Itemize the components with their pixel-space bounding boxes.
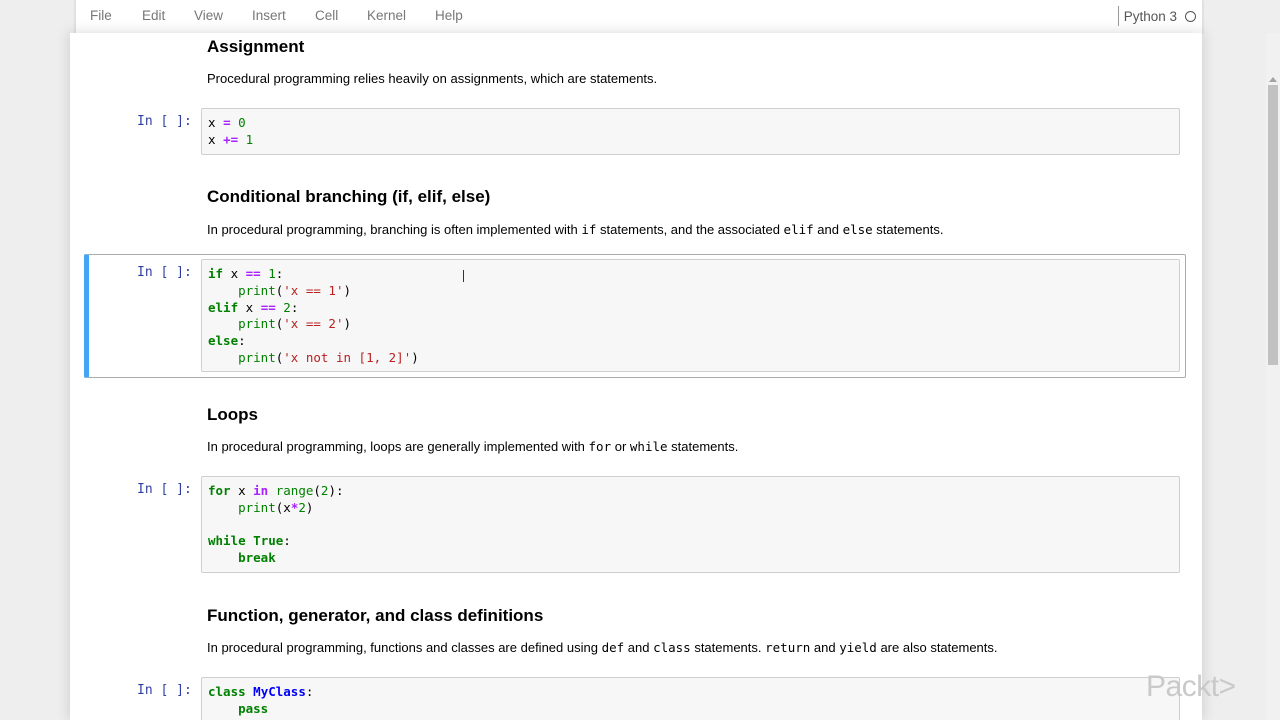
cell-prompt: In [ ]: — [137, 482, 192, 497]
scroll-up-arrow-icon[interactable] — [1269, 77, 1277, 82]
menu-file[interactable]: File — [90, 8, 112, 23]
menu-cell[interactable]: Cell — [315, 8, 338, 23]
code-cell-class[interactable]: class MyClass: pass — [201, 677, 1180, 720]
scrollbar-thumb[interactable] — [1268, 85, 1278, 365]
menu-help[interactable]: Help — [435, 8, 463, 23]
notebook-container: Assignment Procedural programming relies… — [70, 33, 1202, 720]
cell-prompt: In [ ]: — [137, 265, 192, 280]
menu-kernel[interactable]: Kernel — [367, 8, 406, 23]
menubar: File Edit View Insert Cell Kernel Help P… — [0, 0, 1280, 33]
code-cell-loops[interactable]: for x in range(2): print(x*2) while True… — [201, 476, 1180, 573]
kernel-separator — [1117, 6, 1119, 26]
kernel-idle-icon — [1185, 10, 1196, 22]
cell-prompt: In [ ]: — [137, 683, 192, 698]
markdown-text-assignment: Procedural programming relies heavily on… — [207, 71, 658, 86]
text-cursor-icon — [461, 270, 465, 282]
code-cell-branching[interactable]: if x == 1: print('x == 1') elif x == 2: … — [201, 259, 1180, 372]
heading-loops: Loops — [207, 405, 258, 424]
markdown-text-loops: In procedural programming, loops are gen… — [207, 439, 739, 454]
kernel-name: Python 3 — [1123, 8, 1177, 24]
kernel-status: Python 3 — [1117, 5, 1196, 27]
heading-conditional-branching: Conditional branching (if, elif, else) — [207, 187, 491, 206]
menu-view[interactable]: View — [194, 8, 223, 23]
packt-logo: Packt> — [1146, 670, 1236, 703]
cell-prompt: In [ ]: — [137, 114, 192, 129]
menu-insert[interactable]: Insert — [252, 8, 286, 23]
menu-edit[interactable]: Edit — [142, 8, 165, 23]
code-cell-assignment[interactable]: x = 0 x += 1 — [201, 108, 1180, 155]
heading-function-definitions: Function, generator, and class definitio… — [207, 606, 544, 625]
heading-assignment: Assignment — [207, 37, 305, 56]
markdown-text-branching: In procedural programming, branching is … — [207, 222, 944, 237]
markdown-text-definitions: In procedural programming, functions and… — [207, 640, 998, 655]
code-line: x = 0 — [208, 115, 246, 130]
code-line: x += 1 — [208, 131, 254, 147]
menubar-container: File Edit View Insert Cell Kernel Help P… — [75, 0, 1203, 33]
page-scrollbar[interactable] — [1266, 33, 1280, 720]
